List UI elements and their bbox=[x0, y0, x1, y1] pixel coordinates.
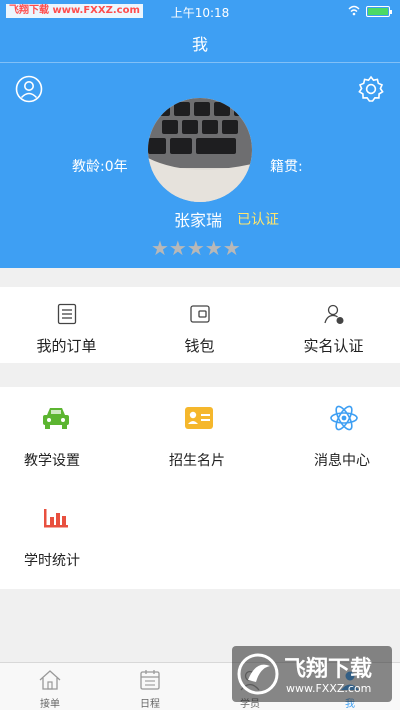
tab-schedule-label: 日程 bbox=[140, 699, 160, 710]
calendar-icon bbox=[140, 670, 160, 690]
tab-schedule[interactable]: 日程 bbox=[100, 663, 200, 710]
study-hours-button[interactable]: 学时统计 bbox=[0, 487, 133, 587]
wallet-icon bbox=[190, 305, 210, 323]
teaching-settings-button[interactable]: 教学设置 bbox=[0, 387, 133, 487]
tab-orders-label: 接单 bbox=[40, 699, 60, 710]
user-profile-icon[interactable] bbox=[14, 74, 44, 104]
enrollment-card-label: 招生名片 bbox=[169, 453, 225, 469]
avatar[interactable] bbox=[148, 98, 252, 202]
native-place: 籍贯: bbox=[270, 159, 303, 175]
avatar-photo bbox=[148, 98, 252, 202]
feature-grid: 教学设置 招生名片 消息中心 学时统计 bbox=[0, 387, 400, 589]
business-card-icon bbox=[185, 407, 213, 429]
order-list-icon bbox=[57, 303, 77, 325]
atom-icon bbox=[330, 405, 358, 431]
watermark: 飞翔下载 www.FXXZ.com bbox=[232, 646, 392, 702]
page-title: 我 bbox=[191, 35, 208, 54]
watermark-url: www.FXXZ.com bbox=[286, 682, 372, 695]
teaching-settings-label: 教学设置 bbox=[24, 453, 80, 469]
quick-menu: 我的订单 钱包 实名认证 bbox=[0, 287, 400, 363]
message-center-button[interactable]: 消息中心 bbox=[267, 387, 400, 487]
wallet-button[interactable]: 钱包 bbox=[133, 287, 266, 363]
status-time: 上午10:18 bbox=[170, 6, 230, 20]
tab-orders[interactable]: 接单 bbox=[0, 663, 100, 710]
message-center-label: 消息中心 bbox=[314, 453, 370, 469]
teaching-age: 教龄:0年 bbox=[72, 159, 128, 175]
identity-verify-button[interactable]: 实名认证 bbox=[267, 287, 400, 363]
battery-icon bbox=[366, 6, 392, 17]
wallet-label: 钱包 bbox=[184, 337, 215, 355]
car-icon bbox=[43, 408, 69, 429]
wifi-icon bbox=[348, 5, 360, 16]
identity-verify-icon bbox=[324, 304, 344, 324]
enrollment-card-button[interactable]: 招生名片 bbox=[133, 387, 266, 487]
watermark-logo-icon bbox=[237, 653, 279, 695]
gear-icon[interactable] bbox=[356, 74, 386, 104]
study-hours-label: 学时统计 bbox=[24, 553, 80, 569]
user-name: 张家瑞 bbox=[174, 211, 223, 230]
watermark-title: 飞翔下载 bbox=[284, 657, 373, 682]
rating-stars: ★★★★★ bbox=[151, 236, 241, 260]
my-orders-label: 我的订单 bbox=[36, 337, 97, 355]
profile-header: 飞翔下载 www.FXXZ.com 上午10:18 我 教龄:0年 籍贯: 张家… bbox=[0, 0, 400, 268]
home-icon bbox=[39, 670, 61, 690]
identity-verify-label: 实名认证 bbox=[303, 337, 364, 355]
bar-chart-icon bbox=[44, 509, 68, 528]
status-bar: 飞翔下载 www.FXXZ.com 上午10:18 bbox=[0, 0, 400, 22]
my-orders-button[interactable]: 我的订单 bbox=[0, 287, 133, 363]
verified-badge: 已认证 bbox=[237, 212, 279, 228]
header-divider bbox=[0, 62, 400, 63]
